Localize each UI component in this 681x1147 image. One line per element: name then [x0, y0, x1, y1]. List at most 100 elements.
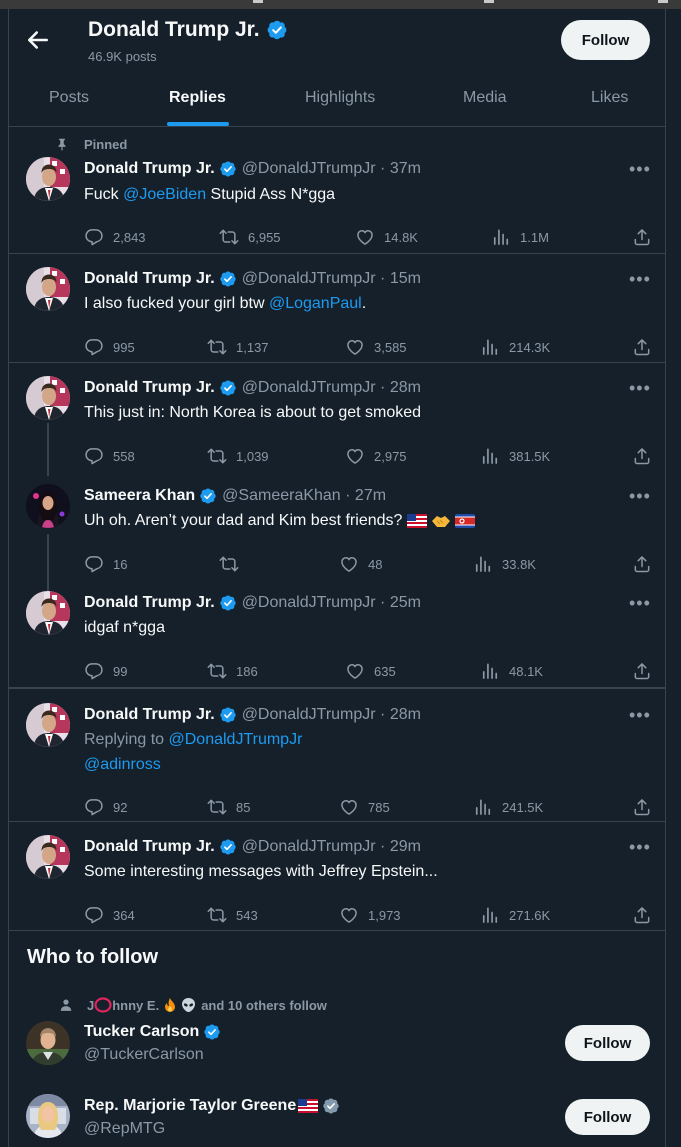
tab-highlights[interactable]: Highlights: [305, 89, 375, 107]
author-name[interactable]: Donald Trump Jr.: [84, 379, 215, 397]
mention-link[interactable]: @adinross: [84, 756, 161, 773]
share-button[interactable]: [632, 227, 652, 247]
verified-badge-icon: [266, 19, 288, 41]
views-button[interactable]: 241.5K: [473, 797, 543, 817]
like-button[interactable]: 3,585: [345, 337, 407, 357]
author-handle[interactable]: @DonaldJTrumpJr: [242, 379, 376, 397]
share-button[interactable]: [632, 797, 652, 817]
reply-button[interactable]: 995: [84, 337, 135, 357]
views-button[interactable]: 1.1M: [491, 227, 549, 247]
views-button[interactable]: 381.5K: [480, 446, 550, 466]
tweet[interactable]: Donald Trump Jr. @DonaldJTrumpJr · 29m •…: [9, 821, 665, 930]
tab-likes[interactable]: Likes: [591, 89, 628, 107]
retweet-button[interactable]: 186: [207, 661, 258, 681]
like-count: 1,973: [368, 907, 401, 923]
more-options-icon[interactable]: •••: [629, 593, 651, 614]
share-button[interactable]: [632, 905, 652, 925]
tab-posts[interactable]: Posts: [49, 89, 89, 107]
like-button[interactable]: 1,973: [339, 905, 401, 925]
views-button[interactable]: 33.8K: [473, 554, 536, 574]
follow-button[interactable]: Follow: [565, 1099, 650, 1135]
tab-media[interactable]: Media: [463, 89, 507, 107]
tweet-time[interactable]: 29m: [390, 838, 421, 856]
avatar[interactable]: [26, 1094, 70, 1138]
more-options-icon[interactable]: •••: [629, 269, 651, 290]
reply-button[interactable]: 99: [84, 661, 127, 681]
like-button[interactable]: 14.8K: [355, 227, 418, 247]
share-button[interactable]: [632, 337, 652, 357]
author-handle[interactable]: @SameeraKhan: [222, 487, 341, 505]
views-button[interactable]: 214.3K: [480, 337, 550, 357]
reply-count: 2,843: [113, 229, 146, 245]
tweet-time[interactable]: 28m: [390, 706, 421, 724]
avatar[interactable]: [26, 835, 70, 879]
retweet-button[interactable]: 1,137: [207, 337, 269, 357]
like-button[interactable]: 48: [339, 554, 382, 574]
retweet-button[interactable]: [219, 554, 248, 574]
author-handle[interactable]: @DonaldJTrumpJr: [242, 594, 376, 612]
tweet-time[interactable]: 15m: [390, 270, 421, 288]
like-button[interactable]: 785: [339, 797, 390, 817]
views-button[interactable]: 48.1K: [480, 661, 543, 681]
more-options-icon[interactable]: •••: [629, 378, 651, 399]
tweet[interactable]: Donald Trump Jr. @DonaldJTrumpJr · 28m •…: [9, 362, 665, 470]
share-button[interactable]: [632, 554, 652, 574]
tweet[interactable]: Donald Trump Jr. @DonaldJTrumpJr · 25m •…: [9, 577, 665, 688]
author-name[interactable]: Donald Trump Jr.: [84, 706, 215, 724]
tweet-time[interactable]: 27m: [355, 487, 386, 505]
tweet[interactable]: Pinned Donald Trump Jr. @DonaldJTrumpJr …: [9, 126, 665, 253]
avatar[interactable]: [26, 376, 70, 420]
tweet[interactable]: Sameera Khan @SameeraKhan · 27m ••• Uh o…: [9, 470, 665, 577]
avatar[interactable]: [26, 157, 70, 201]
more-options-icon[interactable]: •••: [629, 837, 651, 858]
mention-link[interactable]: @JoeBiden: [123, 186, 206, 203]
reply-button[interactable]: 364: [84, 905, 135, 925]
follow-button[interactable]: Follow: [565, 1025, 650, 1061]
follow-button[interactable]: Follow: [561, 20, 650, 60]
share-button[interactable]: [632, 446, 652, 466]
avatar[interactable]: [26, 1021, 70, 1065]
retweet-button[interactable]: 543: [207, 905, 258, 925]
retweet-button[interactable]: 1,039: [207, 446, 269, 466]
tweet[interactable]: Donald Trump Jr. @DonaldJTrumpJr · 15m •…: [9, 253, 665, 362]
author-name[interactable]: Donald Trump Jr.: [84, 838, 215, 856]
author-handle[interactable]: @DonaldJTrumpJr: [242, 838, 376, 856]
views-icon: [480, 661, 500, 681]
tweet-time[interactable]: 25m: [390, 594, 421, 612]
more-options-icon[interactable]: •••: [629, 486, 651, 507]
reply-button[interactable]: 16: [84, 554, 127, 574]
retweet-button[interactable]: 85: [207, 797, 250, 817]
back-button[interactable]: [23, 25, 53, 55]
like-button[interactable]: 2,975: [345, 446, 407, 466]
share-button[interactable]: [632, 661, 652, 681]
suggested-account-name[interactable]: Tucker Carlson: [84, 1023, 226, 1041]
tab-replies[interactable]: Replies: [169, 89, 226, 107]
author-name[interactable]: Sameera Khan: [84, 487, 195, 505]
tweet-time[interactable]: 37m: [390, 160, 421, 178]
author-name[interactable]: Donald Trump Jr.: [84, 594, 215, 612]
reply-button[interactable]: 558: [84, 446, 135, 466]
avatar[interactable]: [26, 591, 70, 635]
suggested-account-handle[interactable]: @RepMTG: [84, 1120, 165, 1138]
suggested-account-name[interactable]: Rep. Marjorie Taylor Greene: [84, 1097, 345, 1115]
tweet-time[interactable]: 28m: [390, 379, 421, 397]
avatar[interactable]: [26, 267, 70, 311]
more-options-icon[interactable]: •••: [629, 705, 651, 726]
author-handle[interactable]: @DonaldJTrumpJr: [242, 706, 376, 724]
views-button[interactable]: 271.6K: [480, 905, 550, 925]
author-name[interactable]: Donald Trump Jr.: [84, 160, 215, 178]
suggested-account-handle[interactable]: @TuckerCarlson: [84, 1046, 204, 1064]
reply-button[interactable]: 92: [84, 797, 127, 817]
reply-button[interactable]: 2,843: [84, 227, 146, 247]
author-name[interactable]: Donald Trump Jr.: [84, 270, 215, 288]
author-handle[interactable]: @DonaldJTrumpJr: [242, 270, 376, 288]
retweet-button[interactable]: 6,955: [219, 227, 281, 247]
avatar[interactable]: [26, 703, 70, 747]
avatar[interactable]: [26, 484, 70, 528]
more-options-icon[interactable]: •••: [629, 159, 651, 180]
tweet[interactable]: Donald Trump Jr. @DonaldJTrumpJr · 28m •…: [9, 689, 665, 821]
mention-link[interactable]: @LoganPaul: [269, 295, 362, 312]
mention-link[interactable]: @DonaldJTrumpJr: [169, 731, 303, 748]
author-handle[interactable]: @DonaldJTrumpJr: [242, 160, 376, 178]
like-button[interactable]: 635: [345, 661, 396, 681]
